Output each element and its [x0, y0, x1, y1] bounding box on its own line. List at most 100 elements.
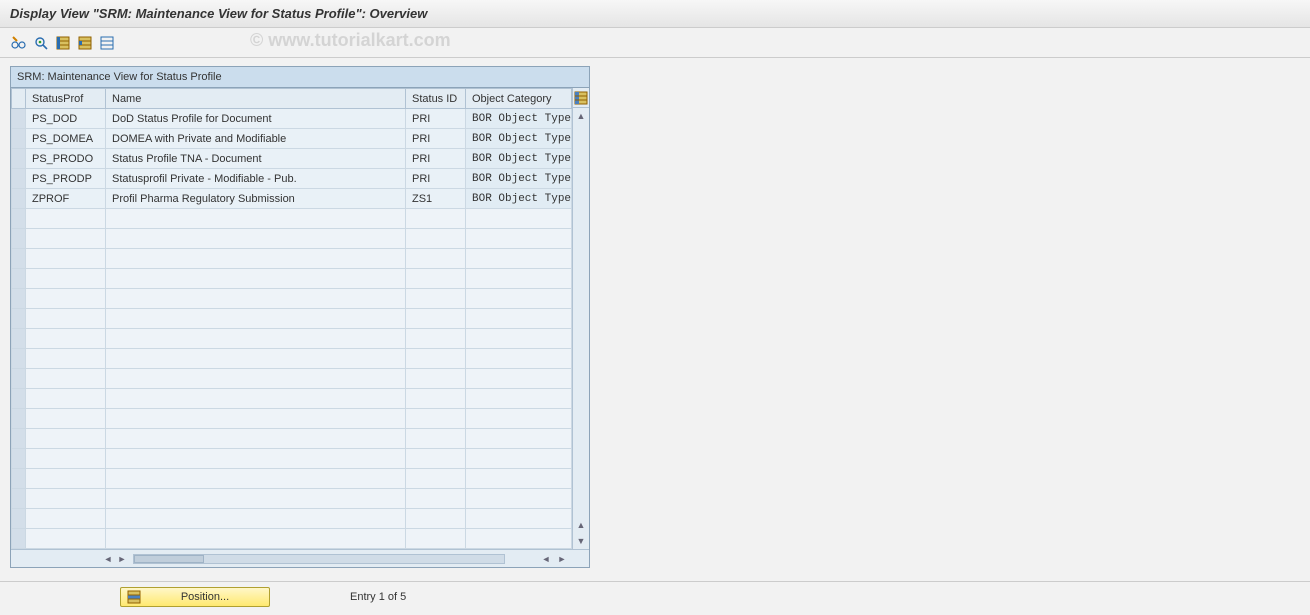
table-frame: SRM: Maintenance View for Status Profile…	[10, 66, 590, 568]
scroll-up-button[interactable]: ▲	[573, 108, 589, 124]
table-row[interactable]: PS_DODDoD Status Profile for DocumentPRI…	[12, 109, 572, 129]
table-row-empty	[12, 289, 572, 309]
cell-status-prof[interactable]: PS_DOD	[26, 109, 106, 129]
scroll-left2-button[interactable]: ►	[115, 552, 129, 566]
position-label: Position...	[147, 591, 263, 603]
row-selector[interactable]	[12, 269, 26, 289]
table-row-empty	[12, 349, 572, 369]
col-status-prof[interactable]: StatusProf	[26, 89, 106, 109]
watermark: © www.tutorialkart.com	[250, 30, 451, 51]
table-row[interactable]: PS_DOMEADOMEA with Private and Modifiabl…	[12, 129, 572, 149]
table-caption: SRM: Maintenance View for Status Profile	[11, 67, 589, 88]
cell-status-prof[interactable]: PS_DOMEA	[26, 129, 106, 149]
row-selector[interactable]	[12, 209, 26, 229]
table-row-empty	[12, 249, 572, 269]
cell-name[interactable]: Statusprofil Private - Modifiable - Pub.	[106, 169, 406, 189]
table-row-empty	[12, 209, 572, 229]
table-row-empty	[12, 329, 572, 349]
col-object-category[interactable]: Object Category	[466, 89, 572, 109]
row-selector[interactable]	[12, 149, 26, 169]
cell-object-category[interactable]: BOR Object Type	[466, 109, 572, 129]
table-row-empty	[12, 229, 572, 249]
cell-name[interactable]: Profil Pharma Regulatory Submission	[106, 189, 406, 209]
position-button[interactable]: Position...	[120, 587, 270, 607]
scroll-down-button[interactable]: ▼	[573, 533, 589, 549]
position-icon	[127, 590, 141, 604]
row-selector[interactable]	[12, 109, 26, 129]
table-select-icon	[55, 35, 71, 51]
configure-columns-button[interactable]	[573, 88, 589, 108]
toolbar: © www.tutorialkart.com	[0, 28, 1310, 58]
scroll-down2-button[interactable]: ▲	[573, 517, 589, 533]
row-selector[interactable]	[12, 169, 26, 189]
detail-button[interactable]	[32, 34, 50, 52]
table-row-empty	[12, 309, 572, 329]
cell-object-category[interactable]: BOR Object Type	[466, 169, 572, 189]
cell-status-prof[interactable]: ZPROF	[26, 189, 106, 209]
status-profile-table: StatusProf Name Status ID Object Categor…	[11, 88, 572, 549]
table-row[interactable]: PS_PRODOStatus Profile TNA - DocumentPRI…	[12, 149, 572, 169]
cell-status-prof[interactable]: PS_PRODO	[26, 149, 106, 169]
row-selector[interactable]	[12, 389, 26, 409]
content-area: SRM: Maintenance View for Status Profile…	[0, 58, 1310, 576]
cell-status-id[interactable]: ZS1	[406, 189, 466, 209]
row-selector[interactable]	[12, 309, 26, 329]
table-row-empty	[12, 529, 572, 549]
row-selector[interactable]	[12, 449, 26, 469]
row-selector[interactable]	[12, 429, 26, 449]
select-block-button[interactable]	[76, 34, 94, 52]
cell-object-category[interactable]: BOR Object Type	[466, 129, 572, 149]
table-row-empty	[12, 429, 572, 449]
cell-name[interactable]: DOMEA with Private and Modifiable	[106, 129, 406, 149]
row-selector[interactable]	[12, 369, 26, 389]
row-selector[interactable]	[12, 469, 26, 489]
table-row-empty	[12, 449, 572, 469]
scroll-right-button[interactable]: ◄	[539, 552, 553, 566]
table-deselect-icon	[99, 35, 115, 51]
cell-object-category[interactable]: BOR Object Type	[466, 189, 572, 209]
cell-status-id[interactable]: PRI	[406, 149, 466, 169]
page-title: Display View "SRM: Maintenance View for …	[10, 6, 1300, 21]
cell-name[interactable]: DoD Status Profile for Document	[106, 109, 406, 129]
row-selector[interactable]	[12, 329, 26, 349]
row-selector[interactable]	[12, 349, 26, 369]
deselect-all-button[interactable]	[98, 34, 116, 52]
row-selector[interactable]	[12, 509, 26, 529]
vertical-scrollbar[interactable]: ▲ ▲ ▼	[572, 88, 589, 549]
scroll-track[interactable]	[133, 554, 505, 564]
table-row[interactable]: ZPROFProfil Pharma Regulatory Submission…	[12, 189, 572, 209]
cell-status-id[interactable]: PRI	[406, 169, 466, 189]
table-row-empty	[12, 369, 572, 389]
cell-object-category[interactable]: BOR Object Type	[466, 149, 572, 169]
horizontal-scrollbar[interactable]: ◄ ► ◄ ►	[11, 549, 589, 567]
table-row[interactable]: PS_PRODPStatusprofil Private - Modifiabl…	[12, 169, 572, 189]
select-all-button[interactable]	[54, 34, 72, 52]
cell-name[interactable]: Status Profile TNA - Document	[106, 149, 406, 169]
row-selector[interactable]	[12, 229, 26, 249]
scroll-left-button[interactable]: ◄	[101, 552, 115, 566]
cell-status-id[interactable]: PRI	[406, 129, 466, 149]
cell-status-id[interactable]: PRI	[406, 109, 466, 129]
scroll-thumb[interactable]	[134, 555, 204, 563]
row-selector[interactable]	[12, 529, 26, 549]
pencil-glasses-icon	[11, 35, 27, 51]
table-config-icon	[574, 91, 588, 105]
scroll-right2-button[interactable]: ►	[555, 552, 569, 566]
col-name[interactable]: Name	[106, 89, 406, 109]
table-row-empty	[12, 489, 572, 509]
row-selector[interactable]	[12, 249, 26, 269]
row-selector[interactable]	[12, 289, 26, 309]
row-selector[interactable]	[12, 129, 26, 149]
row-selector[interactable]	[12, 409, 26, 429]
col-status-id[interactable]: Status ID	[406, 89, 466, 109]
magnifier-detail-icon	[33, 35, 49, 51]
table-header-row: StatusProf Name Status ID Object Categor…	[12, 89, 572, 109]
row-selector[interactable]	[12, 189, 26, 209]
table-row-empty	[12, 469, 572, 489]
row-selector[interactable]	[12, 489, 26, 509]
row-selector-header[interactable]	[12, 89, 26, 109]
cell-status-prof[interactable]: PS_PRODP	[26, 169, 106, 189]
table-row-empty	[12, 409, 572, 429]
toggle-edit-button[interactable]	[10, 34, 28, 52]
table-block-icon	[77, 35, 93, 51]
